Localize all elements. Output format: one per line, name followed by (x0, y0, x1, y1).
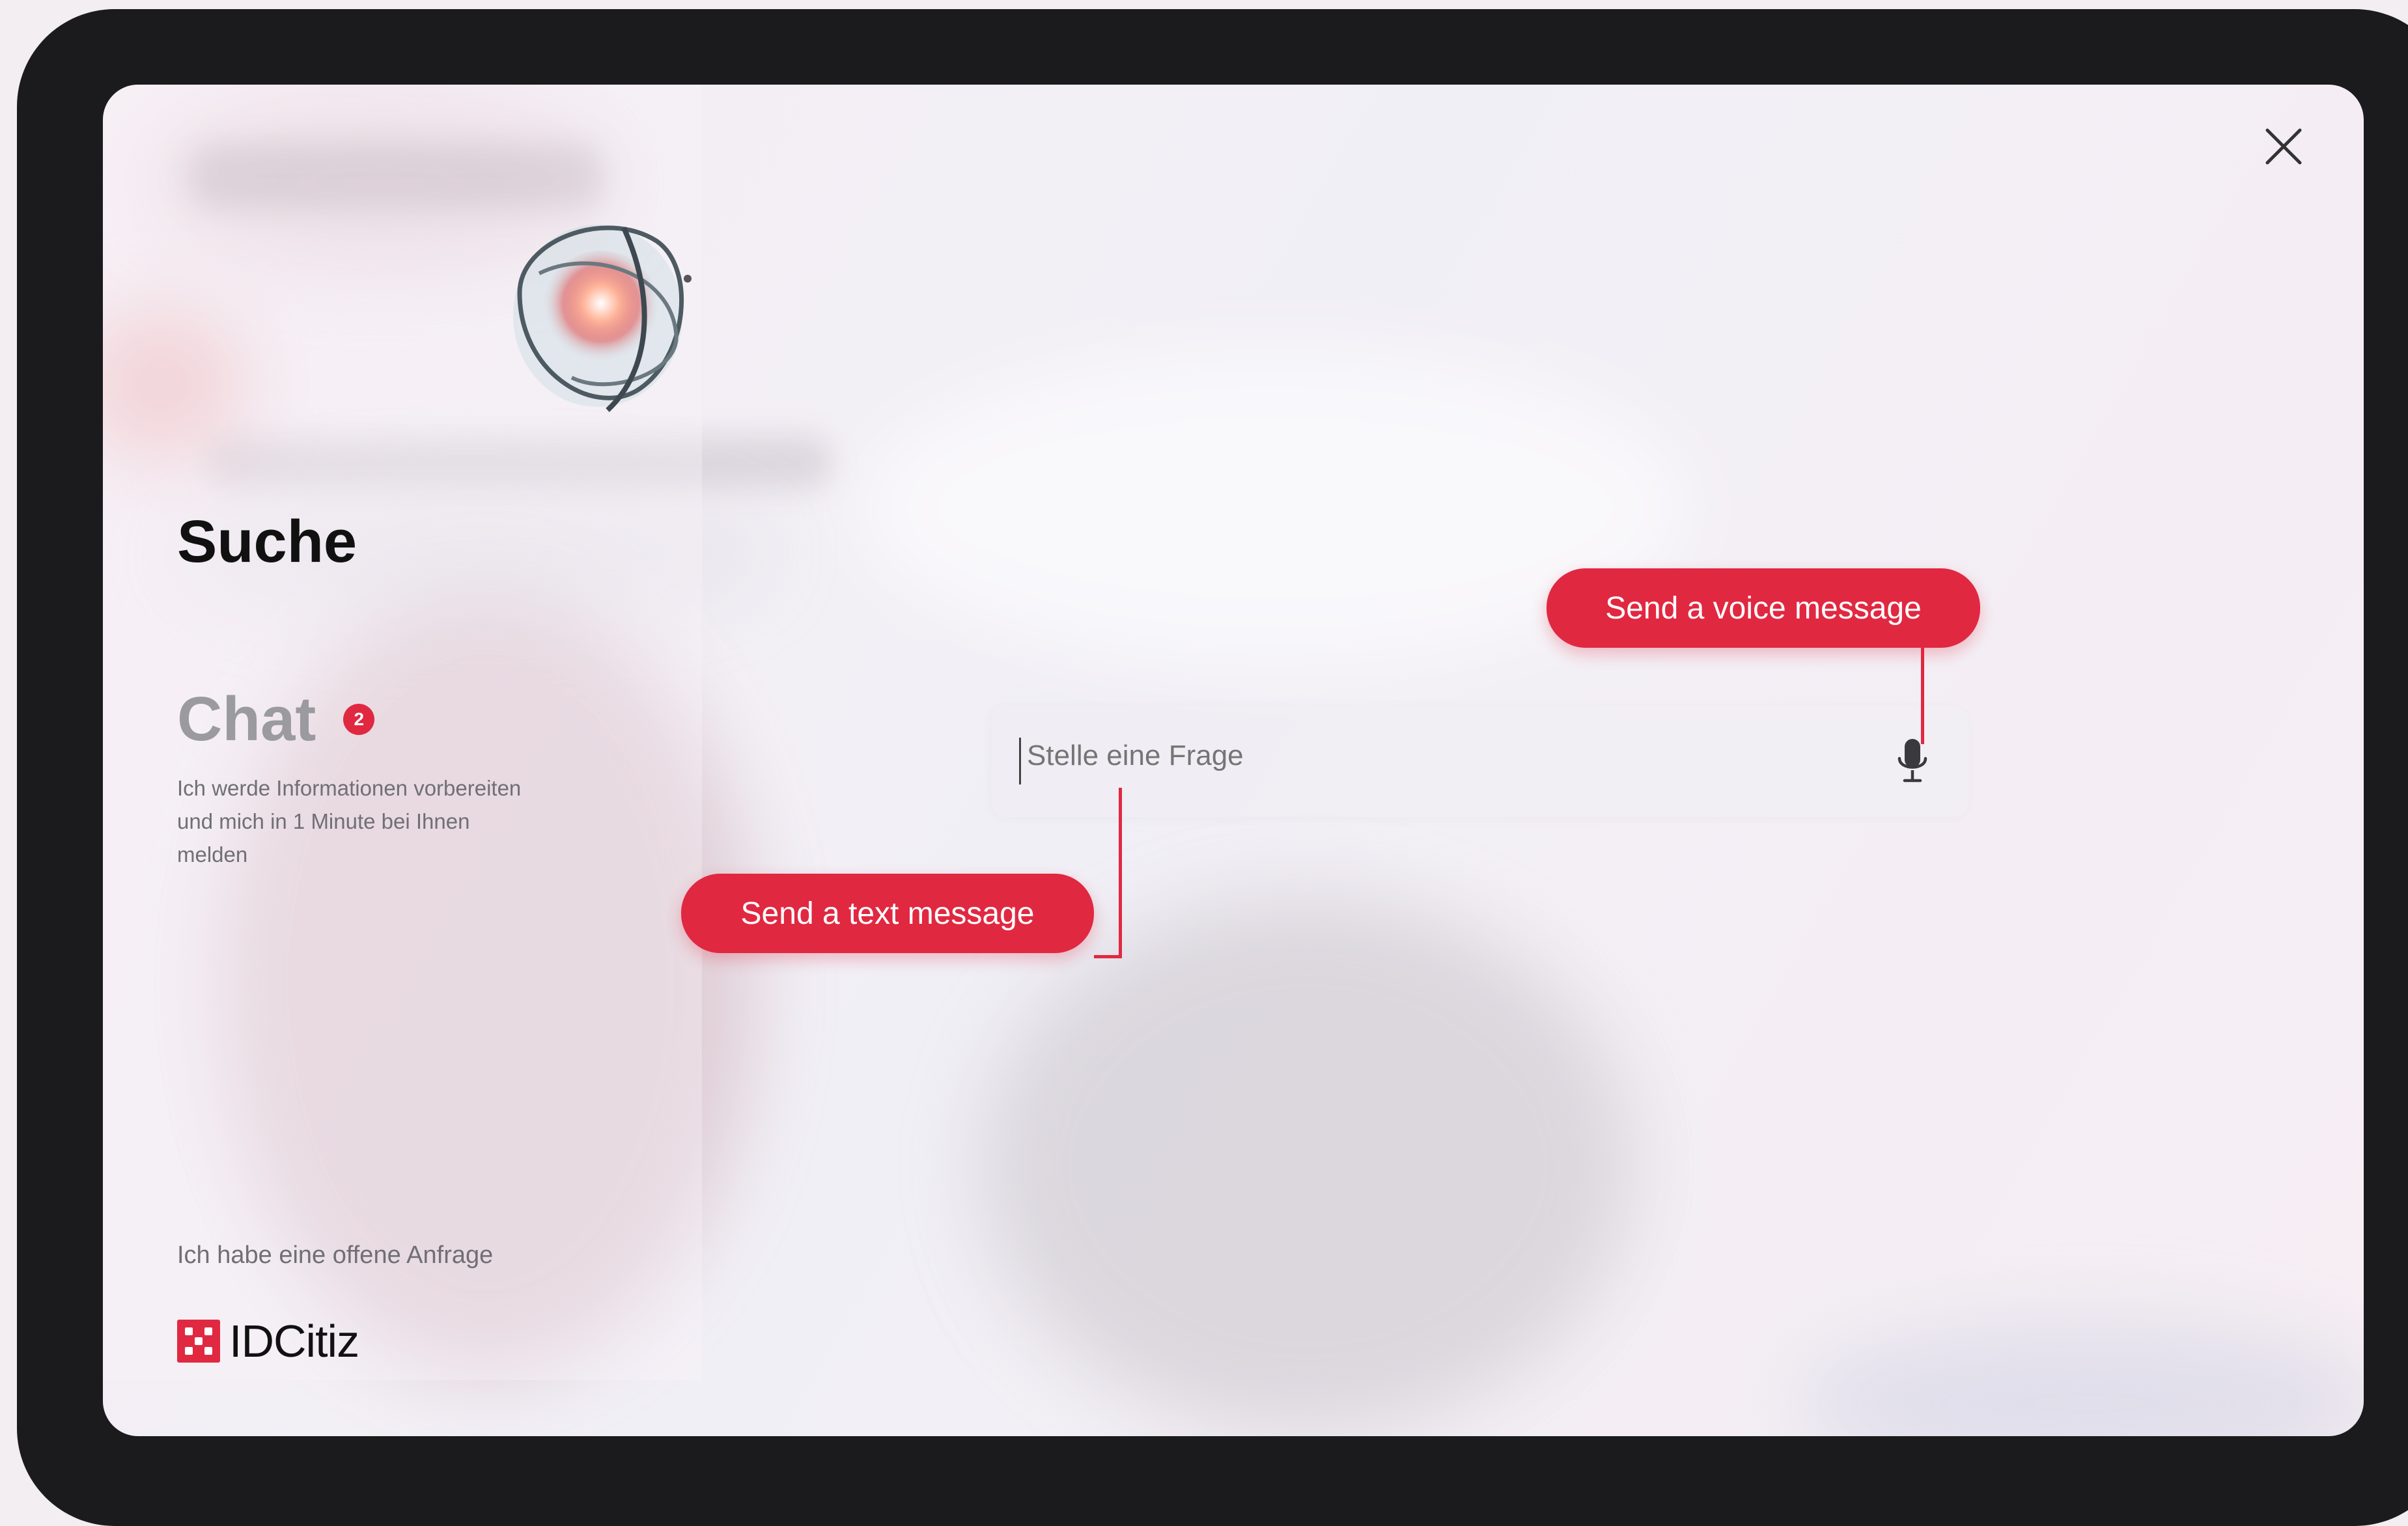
voice-callout-connector (1921, 648, 1924, 744)
brand-logo: IDCitiz (177, 1315, 359, 1367)
logo-icon (177, 1320, 220, 1363)
question-input[interactable] (1026, 739, 1862, 773)
voice-message-callout: Send a voice message (1547, 568, 1980, 648)
question-input-box[interactable] (992, 706, 1968, 817)
background-blur (982, 898, 1633, 1432)
text-message-callout: Send a text message (681, 874, 1094, 953)
text-caret (1019, 738, 1021, 784)
chat-title: Chat (177, 684, 316, 754)
microphone-icon[interactable] (1896, 738, 1929, 787)
chat-description: Ich werde Informationen vorbereiten und … (177, 776, 522, 867)
background-blur (1796, 1322, 2364, 1436)
close-icon[interactable] (2258, 121, 2309, 172)
text-callout-connector (1119, 788, 1122, 958)
text-callout-connector (1094, 955, 1122, 958)
logo-text: IDCitiz (229, 1316, 359, 1366)
tablet-frame: Suche Chat 2 Ich werde Informationen vor… (17, 9, 2408, 1526)
ai-orb-icon (513, 225, 692, 412)
chat-count-badge: 2 (343, 704, 375, 735)
page-title: Suche (177, 508, 357, 575)
chat-header[interactable]: Chat 2 (177, 684, 375, 755)
open-request-link[interactable]: Ich habe eine offene Anfrage (177, 1242, 493, 1269)
screen: Suche Chat 2 Ich werde Informationen vor… (103, 85, 2364, 1436)
